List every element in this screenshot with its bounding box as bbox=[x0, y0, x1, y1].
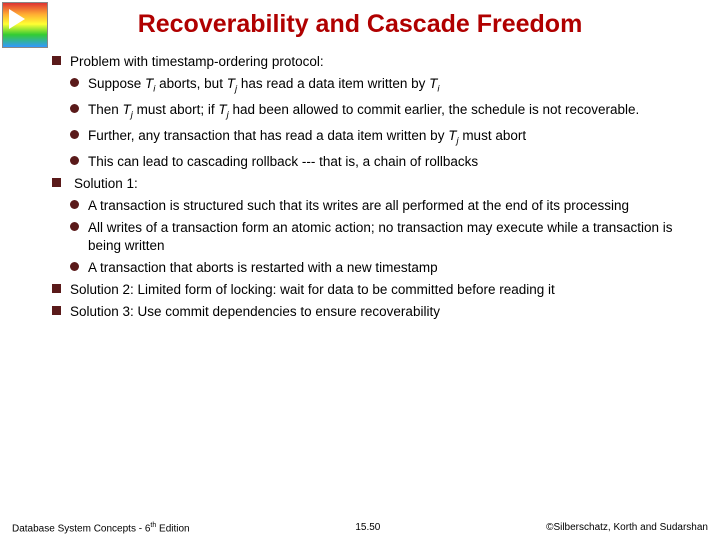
bullet-problem: Problem with timestamp-ordering protocol… bbox=[52, 53, 678, 70]
bullet-solution1: Solution 1: bbox=[52, 175, 678, 192]
slide-content: Problem with timestamp-ordering protocol… bbox=[0, 53, 720, 321]
text: must abort bbox=[459, 128, 527, 143]
text: Suppose bbox=[88, 76, 145, 91]
bullet-solution2: Solution 2: Limited form of locking: wai… bbox=[52, 281, 678, 298]
bullet-problem-b: Then Tj must abort; if Tj had been allow… bbox=[70, 101, 678, 122]
text: Further, any transaction that has read a… bbox=[88, 128, 448, 143]
footer-center: 15.50 bbox=[355, 522, 380, 534]
bullet-solution3: Solution 3: Use commit dependencies to e… bbox=[52, 303, 678, 320]
var-t: T bbox=[123, 102, 131, 117]
bullet-sol1-c: A transaction that aborts is restarted w… bbox=[70, 259, 678, 276]
text: Database System Concepts - 6 bbox=[12, 523, 150, 534]
footer-left: Database System Concepts - 6th Edition bbox=[12, 522, 190, 534]
bullet-sol1-a: A transaction is structured such that it… bbox=[70, 197, 678, 214]
text: Then bbox=[88, 102, 123, 117]
text: aborts, but bbox=[155, 76, 226, 91]
text: Solution 1: bbox=[74, 176, 138, 191]
bullet-sol1-b: All writes of a transaction form an atom… bbox=[70, 219, 678, 254]
var-t: T bbox=[227, 76, 235, 91]
slide-title: Recoverability and Cascade Freedom bbox=[0, 0, 720, 53]
var-i: i bbox=[437, 84, 439, 95]
text: had been allowed to commit earlier, the … bbox=[229, 102, 639, 117]
slide-footer: Database System Concepts - 6th Edition 1… bbox=[0, 522, 720, 534]
text: has read a data item written by bbox=[237, 76, 429, 91]
var-t: T bbox=[218, 102, 226, 117]
text: must abort; if bbox=[133, 102, 219, 117]
bullet-problem-d: This can lead to cascading rollback --- … bbox=[70, 153, 678, 170]
footer-right: ©Silberschatz, Korth and Sudarshan bbox=[546, 522, 708, 534]
bullet-problem-c: Further, any transaction that has read a… bbox=[70, 127, 678, 148]
bullet-problem-a: Suppose Ti aborts, but Tj has read a dat… bbox=[70, 75, 678, 96]
text: Edition bbox=[156, 523, 189, 534]
sailboat-logo bbox=[2, 2, 48, 48]
